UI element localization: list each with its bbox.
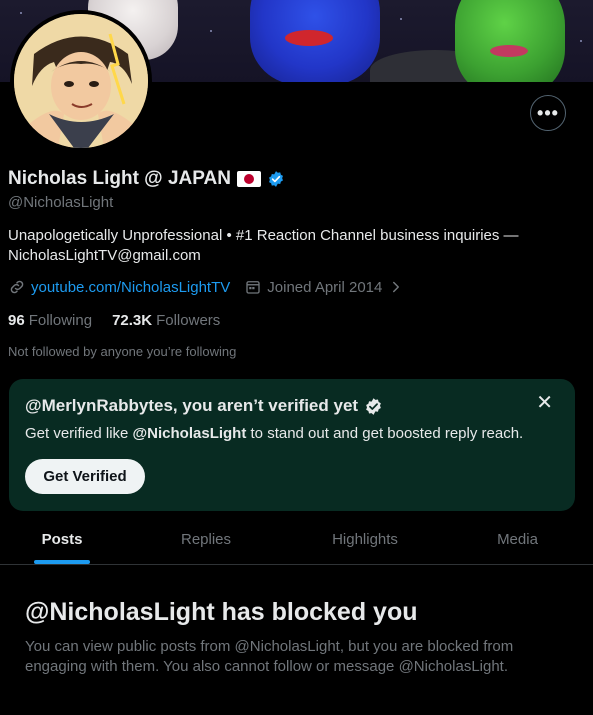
- not-followed-note: Not followed by anyone you’re following: [8, 344, 237, 359]
- blocked-description: You can view public posts from @Nicholas…: [25, 638, 514, 675]
- following-label: Following: [28, 312, 93, 329]
- verified-badge-icon[interactable]: [267, 170, 285, 188]
- link-icon: [10, 280, 24, 294]
- avatar[interactable]: [10, 10, 152, 152]
- verified-badge-icon: [366, 397, 381, 415]
- follow-stats: 96 Following 72.3K Followers: [8, 312, 220, 329]
- profile-tabs: Posts Replies Highlights Media: [0, 515, 593, 565]
- followers-count: 72.3K: [112, 312, 153, 329]
- website-item[interactable]: youtube.com/NicholasLightTV: [8, 278, 230, 296]
- more-horizontal-icon: •••: [537, 103, 559, 123]
- tab-highlights-label: Highlights: [332, 531, 398, 548]
- verify-text-suffix: to stand out and get boosted reply reach…: [246, 425, 524, 442]
- profile-meta: youtube.com/NicholasLightTV Joined April…: [8, 278, 419, 296]
- banner-face-green: [455, 0, 565, 82]
- tab-posts-label: Posts: [41, 531, 83, 548]
- tab-replies-label: Replies: [180, 531, 232, 548]
- japan-flag-icon: [236, 171, 261, 187]
- joined-text: Joined April 2014: [267, 278, 383, 296]
- more-options-button[interactable]: •••: [530, 95, 566, 131]
- close-icon[interactable]: ✕: [536, 393, 553, 413]
- verify-text-handle: @NicholasLight: [132, 425, 247, 442]
- verification-prompt-card: @MerlynRabbytes, you aren’t verified yet…: [9, 379, 575, 511]
- profile-name-row: Nicholas Light @ JAPAN: [8, 168, 285, 190]
- tab-posts[interactable]: Posts: [0, 515, 124, 564]
- tab-highlights[interactable]: Highlights: [288, 515, 442, 564]
- verify-card-title-row: @MerlynRabbytes, you aren’t verified yet: [25, 396, 383, 416]
- get-verified-button[interactable]: Get Verified: [25, 459, 145, 494]
- following-count: 96: [8, 312, 25, 329]
- blocked-title: @NicholasLight has blocked you: [25, 598, 418, 626]
- verify-text-prefix: Get verified like: [25, 425, 133, 442]
- calendar-icon: [246, 281, 260, 294]
- profile-name: Nicholas Light @ JAPAN: [8, 168, 231, 189]
- profile-bio: Unapologetically Unprofessional • #1 Rea…: [8, 227, 519, 264]
- tab-media[interactable]: Media: [442, 515, 593, 564]
- following-link[interactable]: 96 Following: [8, 312, 92, 329]
- verify-card-text: Get verified like @NicholasLight to stan…: [25, 425, 523, 442]
- followers-link[interactable]: 72.3K Followers: [112, 312, 220, 329]
- chevron-right-icon[interactable]: [387, 278, 405, 296]
- active-tab-indicator: [34, 560, 90, 564]
- joined-item[interactable]: Joined April 2014: [244, 278, 405, 296]
- verify-card-title: @MerlynRabbytes, you aren’t verified yet: [25, 396, 359, 415]
- tab-replies[interactable]: Replies: [124, 515, 288, 564]
- tab-media-label: Media: [497, 531, 538, 548]
- followers-label: Followers: [156, 312, 221, 329]
- avatar-illustration: [14, 14, 148, 148]
- website-link[interactable]: youtube.com/NicholasLightTV: [31, 279, 230, 296]
- banner-face-blue: [250, 0, 380, 82]
- profile-handle: @NicholasLight: [8, 194, 114, 211]
